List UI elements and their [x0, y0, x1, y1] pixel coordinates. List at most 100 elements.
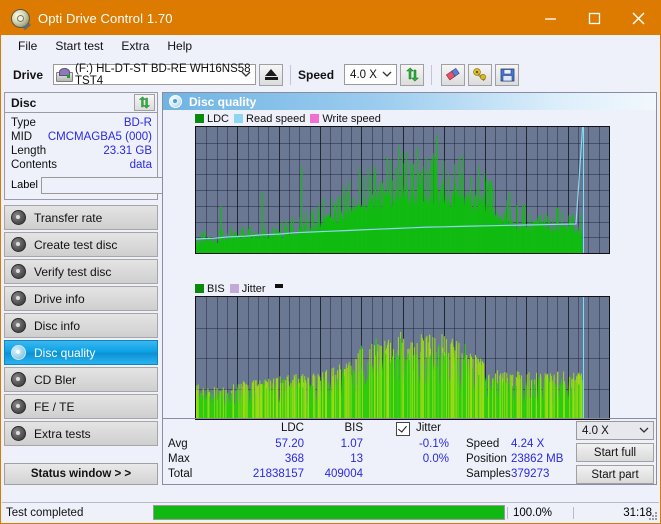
disc-icon — [11, 372, 26, 387]
x-axis-tick: 0.0 — [195, 253, 204, 254]
y-tick-mark — [195, 159, 196, 160]
legend-item-bis: BIS — [195, 283, 225, 295]
y-tick-mark — [195, 389, 196, 390]
y-tick-mark-right — [609, 169, 610, 170]
sidebar-item-label: Drive info — [34, 291, 85, 306]
main-content: Disc Type BD-R MID CMCMAGBA5 (000) Lengt… — [1, 92, 660, 485]
y-tick-mark-right — [609, 197, 610, 198]
stats-speed-label: Speed — [466, 438, 500, 450]
disc-icon — [11, 318, 26, 333]
disc-icon — [11, 291, 26, 306]
erase-button[interactable] — [441, 63, 466, 86]
y-axis-tick-right: 2% — [609, 389, 610, 401]
position-cursor — [582, 127, 584, 253]
minimize-icon[interactable] — [528, 1, 572, 35]
sidebar-item-disc-info[interactable]: Disc info — [4, 313, 158, 338]
disc-panel: Disc Type BD-R MID CMCMAGBA5 (000) Lengt… — [4, 92, 245, 200]
toolbar-divider-2 — [431, 64, 433, 85]
speed-select[interactable]: 4.0 X — [344, 64, 398, 85]
disc-icon — [11, 264, 26, 279]
sidebar-item-fe-te[interactable]: FE / TE — [4, 394, 158, 419]
start-full-button[interactable]: Start full — [576, 443, 654, 462]
y-tick-mark — [195, 297, 196, 298]
sidebar-item-label: CD Bler — [34, 372, 77, 387]
sidebar-item-transfer-rate[interactable]: Transfer rate — [4, 205, 158, 230]
disc-row-value: CMCMAGBA5 (000) — [47, 131, 152, 143]
menu-item-file[interactable]: File — [9, 37, 46, 55]
app-window: Opti Drive Control 1.70 File Start test … — [0, 0, 661, 524]
y-tick-mark-right — [609, 297, 610, 298]
disc-quality-panel: Disc quality LDC Read speed Write speed … — [162, 92, 657, 485]
drive-icon — [56, 68, 74, 82]
stats-position-value: 23862 MB — [511, 453, 564, 465]
test-speed-select[interactable]: 4.0 X — [576, 421, 654, 440]
menu-item-help[interactable]: Help — [158, 37, 201, 55]
disc-row-value: BD-R — [123, 117, 152, 129]
stats-max-bis: 13 — [350, 453, 363, 465]
disc-icon — [11, 399, 26, 414]
x-axis-tick: 2.5 — [230, 253, 245, 254]
eraser-icon — [445, 67, 460, 81]
y-tick-mark-right — [609, 395, 610, 396]
y-tick-mark-right — [609, 141, 610, 142]
sidebar-item-label: Transfer rate — [34, 210, 103, 225]
sidebar-item-drive-info[interactable]: Drive info — [4, 286, 158, 311]
legend-label: Jitter — [241, 282, 266, 295]
stats-avg-ldc: 57.20 — [275, 438, 304, 450]
x-axis-tick: 15.0 — [433, 253, 454, 254]
y-tick-mark-right — [609, 239, 610, 240]
stats-panel: LDC BIS Jitter Avg 57.20 1.07 -0.1% Max … — [163, 418, 656, 484]
resize-grip[interactable] — [647, 510, 657, 520]
eject-button[interactable] — [259, 63, 284, 86]
legend-item-read-speed: Read speed — [234, 113, 305, 125]
disc-rows: Type BD-R MID CMCMAGBA5 (000) Length 23.… — [5, 113, 245, 199]
disc-row-key: Length — [11, 145, 47, 157]
status-window-button[interactable]: Status window > > — [4, 463, 158, 485]
sidebar-item-label: FE / TE — [34, 399, 75, 414]
app-icon — [10, 8, 32, 31]
window-controls — [528, 1, 660, 35]
disc-icon — [11, 426, 26, 441]
tools-button[interactable] — [468, 63, 493, 86]
start-part-button[interactable]: Start part — [576, 465, 654, 484]
sidebar-item-label: Extra tests — [34, 426, 91, 441]
y-axis-tick-right: 4 X — [609, 219, 610, 231]
chart-data-layer — [196, 127, 584, 253]
close-icon[interactable] — [616, 1, 660, 35]
y-tick-mark — [195, 237, 196, 238]
chevron-down-icon — [382, 65, 392, 84]
disc-panel-header: Disc — [5, 93, 157, 113]
menu-item-start-test[interactable]: Start test — [46, 37, 112, 55]
stats-row-label: Total — [168, 468, 193, 480]
sidebar-item-create-test-disc[interactable]: Create test disc — [4, 232, 158, 257]
disc-row-value: 23.31 GB — [103, 145, 152, 157]
x-axis-tick: 5.0 — [271, 253, 286, 254]
sidebar-item-cd-bler[interactable]: CD Bler — [4, 367, 158, 392]
progress-percent: 100.0% — [507, 506, 573, 519]
position-cursor — [582, 297, 584, 419]
disc-row-contents: Contents data — [11, 158, 152, 172]
disc-row-value: data — [129, 159, 152, 171]
refresh-arrows-icon — [138, 96, 151, 109]
y-axis-tick-right: 8% — [609, 315, 610, 327]
status-message: Test completed — [6, 506, 84, 519]
title-bar: Opti Drive Control 1.70 — [1, 1, 660, 35]
sidebar-item-disc-quality[interactable]: Disc quality — [4, 340, 158, 365]
y-axis-tick-right: 8 X — [609, 191, 610, 203]
menu-item-extra[interactable]: Extra — [112, 37, 158, 55]
sidebar-item-extra-tests[interactable]: Extra tests — [4, 421, 158, 446]
jitter-checkbox[interactable] — [396, 422, 410, 436]
chart-data-layer — [196, 332, 583, 419]
window-title: Opti Drive Control 1.70 — [38, 10, 173, 26]
save-button[interactable] — [495, 63, 520, 86]
drive-label: Drive — [13, 67, 44, 82]
sidebar-item-verify-test-disc[interactable]: Verify test disc — [4, 259, 158, 284]
y-axis-tick-right: 4% — [609, 364, 610, 376]
disc-refresh-button[interactable] — [134, 94, 155, 111]
refresh-button[interactable] — [400, 63, 425, 86]
legend-item-jitter: Jitter — [229, 282, 266, 295]
refresh-arrows-icon — [405, 67, 419, 82]
maximize-icon[interactable] — [572, 1, 616, 35]
drive-select[interactable]: (F:) HL-DT-ST BD-RE WH16NS58 TST4 — [53, 63, 257, 87]
